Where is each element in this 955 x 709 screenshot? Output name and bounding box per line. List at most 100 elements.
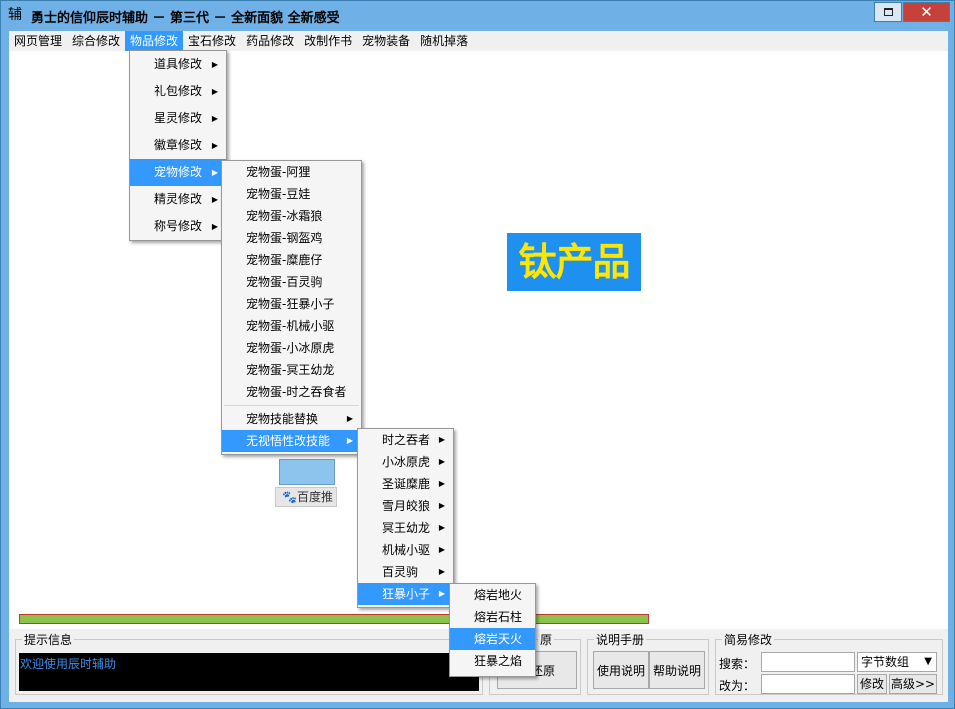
chevron-down-icon: ▼ <box>924 656 932 667</box>
menu-egg-item[interactable]: 宠物蛋-豆娃 <box>222 183 361 205</box>
menu-pet-skill-replace[interactable]: 宠物技能替换 ▶ <box>222 408 361 430</box>
submenu-arrow-icon: ▶ <box>211 195 218 204</box>
menu-egg-item[interactable]: 宠物蛋-冰霜狼 <box>222 205 361 227</box>
menu-skill-item[interactable]: 熔岩地火 <box>450 584 535 606</box>
type-select-value: 字节数组 <box>861 655 910 669</box>
submenu-arrow-icon: ▶ <box>211 222 218 231</box>
submenu-arrow-icon: ▶ <box>438 479 445 488</box>
baidu-paw-icon: 🐾 <box>282 490 297 504</box>
menu-pet-equip[interactable]: 宠物装备 <box>357 31 415 51</box>
menu-item-modify[interactable]: 物品修改 <box>125 31 184 51</box>
menu-random-drop[interactable]: 随机掉落 <box>415 31 473 51</box>
menu-skill-item[interactable]: 狂暴之焰 <box>450 650 535 672</box>
submenu-arrow-icon: ▶ <box>438 589 445 598</box>
logo-underline <box>507 291 641 295</box>
menu-pet-target[interactable]: 圣诞糜鹿 ▶ <box>358 473 453 495</box>
menu-badge-modify-label: 徽章修改 <box>154 138 203 152</box>
title-bar[interactable]: 辅 勇士的信仰辰时辅助 － 第三代 － 全新面貌 全新感受 ✕ <box>1 1 954 31</box>
tips-title: 提示信息 <box>22 631 75 648</box>
menu-general-modify[interactable]: 综合修改 <box>67 31 125 51</box>
submenu-arrow-icon: ▶ <box>211 168 218 177</box>
menu-egg-item[interactable]: 宠物蛋-糜鹿仔 <box>222 249 361 271</box>
menu-pet-target-label: 狂暴小子 <box>382 587 431 601</box>
menu-pet-target[interactable]: 机械小驱 ▶ <box>358 539 453 561</box>
menu-skill-item[interactable]: 熔岩石柱 <box>450 606 535 628</box>
tips-text: 欢迎使用辰时辅助 <box>19 653 479 691</box>
menu-egg-item[interactable]: 宠物蛋-小冰原虎 <box>222 337 361 359</box>
menu-pet-target-label: 圣诞糜鹿 <box>382 477 431 491</box>
submenu-arrow-icon: ▶ <box>438 457 445 466</box>
restore-icon <box>883 8 893 16</box>
submenu-arrow-icon: ▶ <box>438 545 445 554</box>
submenu-arrow-icon: ▶ <box>438 435 445 444</box>
menu-ignore-aptitude-skill-label: 无视悟性改技能 <box>246 434 331 448</box>
menu-pet-target-label: 机械小驱 <box>382 543 431 557</box>
product-logo: 钛产品 <box>507 233 641 291</box>
menu-pet-target-label: 时之吞者 <box>382 433 431 447</box>
submenu-arrow-icon: ▶ <box>438 501 445 510</box>
app-icon: 辅 <box>8 7 22 23</box>
submenu-arrow-icon: ▶ <box>346 436 353 445</box>
menu-pet-target[interactable]: 狂暴小子 ▶ <box>358 583 453 605</box>
help-button[interactable]: 帮助说明 <box>649 651 705 689</box>
submenu-arrow-icon: ▶ <box>211 141 218 150</box>
search-label: 搜索： <box>719 657 756 671</box>
menu-star-modify-label: 星灵修改 <box>154 111 203 125</box>
advanced-button[interactable]: 高级>> <box>889 674 937 694</box>
type-select[interactable]: 字节数组 ▼ <box>857 652 937 672</box>
menu-star-modify[interactable]: 星灵修改 ▶ <box>130 105 226 132</box>
menu-egg-item[interactable]: 宠物蛋-百灵驹 <box>222 271 361 293</box>
menu-pet-modify-label: 宠物修改 <box>154 165 203 179</box>
menu-prop-modify[interactable]: 道具修改 ▶ <box>130 51 226 78</box>
submenu-arrow-icon: ▶ <box>438 567 445 576</box>
menu-gift-modify[interactable]: 礼包修改 ▶ <box>130 78 226 105</box>
menu-title-modify-label: 称号修改 <box>154 219 203 233</box>
menu-egg-item[interactable]: 宠物蛋-狂暴小子 <box>222 293 361 315</box>
manual-title: 说明手册 <box>594 631 647 648</box>
submenu-arrow-icon: ▶ <box>438 523 445 532</box>
menu-craft-book[interactable]: 改制作书 <box>299 31 357 51</box>
menu-egg-item[interactable]: 宠物蛋-时之吞食者 <box>222 381 361 403</box>
menu-egg-item[interactable]: 宠物蛋-冥王幼龙 <box>222 359 361 381</box>
menu-pet-target[interactable]: 冥王幼龙 ▶ <box>358 517 453 539</box>
pet-modify-menu: 宠物蛋-阿狸 宠物蛋-豆娃 宠物蛋-冰霜狼 宠物蛋-钢盔鸡 宠物蛋-糜鹿仔 宠物… <box>221 160 362 455</box>
menu-gem-modify[interactable]: 宝石修改 <box>183 31 241 51</box>
search-input[interactable] <box>761 652 855 672</box>
menu-badge-modify[interactable]: 徽章修改 ▶ <box>130 132 226 159</box>
close-button[interactable]: ✕ <box>903 2 950 22</box>
menu-bar: 网页管理 综合修改 物品修改 宝石修改 药品修改 改制作书 宠物装备 随机掉落 <box>9 31 948 51</box>
submenu-arrow-icon: ▶ <box>211 60 218 69</box>
progress-fill <box>20 615 648 623</box>
menu-potion-modify[interactable]: 药品修改 <box>241 31 299 51</box>
menu-pet-target[interactable]: 时之吞者 ▶ <box>358 429 453 451</box>
item-modify-menu: 道具修改 ▶ 礼包修改 ▶ 星灵修改 ▶ 徽章修改 ▶ 宠物修改 ▶ 精灵修改 ▶ 称号修改… <box>129 50 227 241</box>
modify-button[interactable]: 修改 <box>857 674 887 694</box>
menu-pet-modify[interactable]: 宠物修改 ▶ <box>130 159 226 186</box>
menu-pet-target[interactable]: 百灵驹 ▶ <box>358 561 453 583</box>
menu-pet-target-label: 百灵驹 <box>382 565 419 579</box>
submenu-arrow-icon: ▶ <box>211 114 218 123</box>
menu-egg-item[interactable]: 宠物蛋-机械小驱 <box>222 315 361 337</box>
quick-modify-title: 简易修改 <box>722 631 775 648</box>
menu-web-manage[interactable]: 网页管理 <box>9 31 67 51</box>
menu-ignore-aptitude-skill[interactable]: 无视悟性改技能 ▶ <box>222 430 361 452</box>
menu-gift-modify-label: 礼包修改 <box>154 84 203 98</box>
menu-title-modify[interactable]: 称号修改 ▶ <box>130 213 226 240</box>
pet-skill-target-menu: 时之吞者 ▶ 小冰原虎 ▶ 圣诞糜鹿 ▶ 雪月皎狼 ▶ 冥王幼龙 ▶ 机械小驱 ▶ 百灵驹 ▶… <box>357 428 454 608</box>
menu-pet-target[interactable]: 小冰原虎 ▶ <box>358 451 453 473</box>
skill-menu: 熔岩地火 熔岩石柱 熔岩天火 狂暴之焰 <box>449 583 536 677</box>
baidu-button[interactable]: 🐾百度推 <box>275 487 337 507</box>
restore-button[interactable] <box>874 2 902 22</box>
menu-egg-item[interactable]: 宠物蛋-钢盔鸡 <box>222 227 361 249</box>
menu-separator <box>224 405 359 406</box>
embedded-frame <box>279 459 335 485</box>
menu-sprite-modify[interactable]: 精灵修改 ▶ <box>130 186 226 213</box>
usage-button[interactable]: 使用说明 <box>593 651 649 689</box>
menu-skill-item[interactable]: 熔岩天火 <box>450 628 535 650</box>
menu-egg-item[interactable]: 宠物蛋-阿狸 <box>222 161 361 183</box>
menu-pet-target[interactable]: 雪月皎狼 ▶ <box>358 495 453 517</box>
menu-sprite-modify-label: 精灵修改 <box>154 192 203 206</box>
change-input[interactable] <box>761 674 855 694</box>
restore-title: 原 <box>538 631 555 648</box>
submenu-arrow-icon: ▶ <box>211 87 218 96</box>
